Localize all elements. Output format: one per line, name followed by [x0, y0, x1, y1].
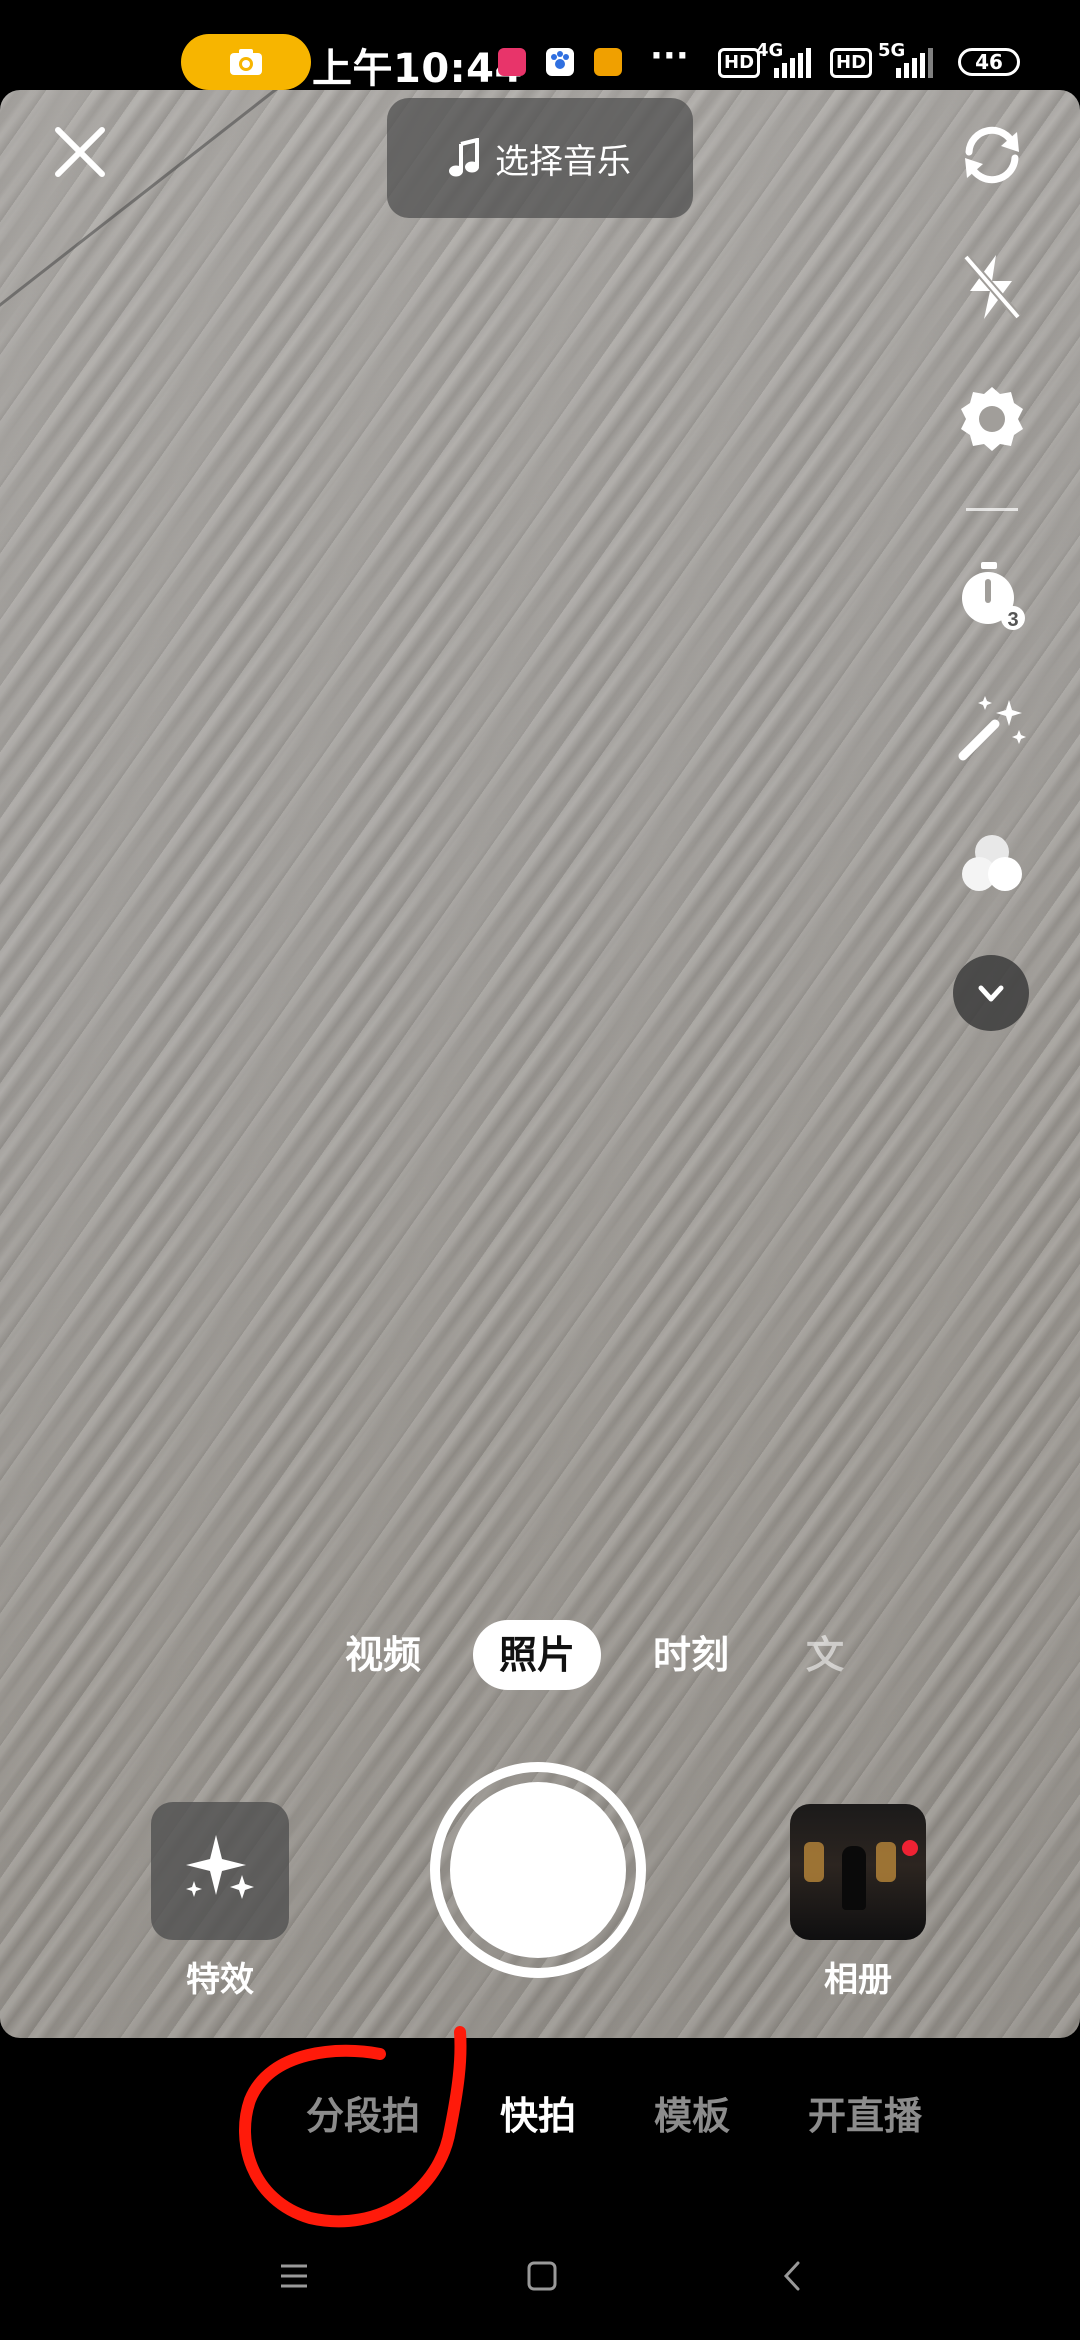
effects-label: 特效: [186, 1960, 254, 2000]
bottom-tab-quick-shot[interactable]: 快拍: [500, 2085, 576, 2140]
select-music-button[interactable]: 选择音乐: [387, 98, 693, 218]
signal-bars-1: [774, 48, 811, 78]
timer-3s-icon: 3: [962, 562, 1025, 631]
timer-button[interactable]: 3: [955, 560, 1029, 634]
back-chevron-icon: [783, 2261, 800, 2291]
camera-in-use-indicator[interactable]: [181, 34, 311, 90]
notification-app-icon: [498, 48, 526, 76]
select-music-label: 选择音乐: [495, 141, 631, 182]
notification-paw-icon: [546, 48, 574, 76]
menu-lines-icon: [281, 2264, 307, 2288]
hd-badge-2: HD: [830, 48, 873, 78]
bottom-tab-template[interactable]: 模板: [654, 2085, 730, 2140]
filter-circles-icon: [962, 835, 1022, 891]
album-thumb-figure: [842, 1846, 866, 1910]
more-tools-button[interactable]: [953, 955, 1029, 1031]
mode-tab-text[interactable]: 文: [806, 1620, 844, 1690]
home-square-icon: [527, 2261, 557, 2291]
status-time: 上午10:44: [312, 46, 523, 92]
camera-icon: [230, 49, 262, 75]
album-label: 相册: [824, 1960, 892, 2000]
album-thumb-avatar: [902, 1840, 918, 1856]
settings-button[interactable]: [955, 382, 1029, 456]
sparkles-icon: [186, 1835, 254, 1899]
beautify-button[interactable]: [955, 690, 1029, 764]
chevron-down-icon: [978, 985, 1004, 1002]
album-button[interactable]: [790, 1804, 926, 1940]
svg-text:3: 3: [1007, 609, 1018, 631]
flip-camera-button[interactable]: [955, 118, 1029, 192]
hd-badge-1: HD: [718, 48, 761, 78]
camera-flip-icon: [965, 126, 1019, 184]
status-more-dots: ···: [650, 36, 689, 76]
nav-home-button[interactable]: [522, 2256, 562, 2296]
notification-game-icon: [594, 48, 622, 76]
mode-tab-photo[interactable]: 照片: [473, 1620, 602, 1690]
nav-back-button[interactable]: [772, 2256, 812, 2296]
toolbar-divider: [966, 508, 1018, 511]
album-thumb-lantern-right: [876, 1842, 896, 1882]
music-note-icon: [449, 138, 479, 177]
nav-menu-button[interactable]: [274, 2256, 314, 2296]
gear-icon: [961, 387, 1023, 451]
flash-button[interactable]: [955, 250, 1029, 324]
battery-indicator: 46: [958, 48, 1020, 76]
close-button[interactable]: [50, 122, 110, 182]
camera-viewfinder[interactable]: [0, 90, 1080, 2038]
effects-button[interactable]: [151, 1802, 289, 1940]
album-thumb-lantern-left: [804, 1842, 824, 1882]
shutter-inner: [450, 1782, 626, 1958]
filter-button[interactable]: [955, 826, 1029, 900]
mode-tab-moment[interactable]: 时刻: [653, 1620, 729, 1690]
bottom-tab-go-live[interactable]: 开直播: [808, 2085, 922, 2140]
shutter-button[interactable]: [430, 1762, 646, 1978]
bottom-tab-segmented[interactable]: 分段拍: [306, 2085, 420, 2140]
close-icon: [55, 127, 105, 177]
magic-wand-icon: [958, 696, 1026, 761]
mode-tab-video[interactable]: 视频: [345, 1620, 421, 1690]
signal-bars-2: [896, 48, 933, 78]
flash-off-icon: [962, 254, 1022, 320]
